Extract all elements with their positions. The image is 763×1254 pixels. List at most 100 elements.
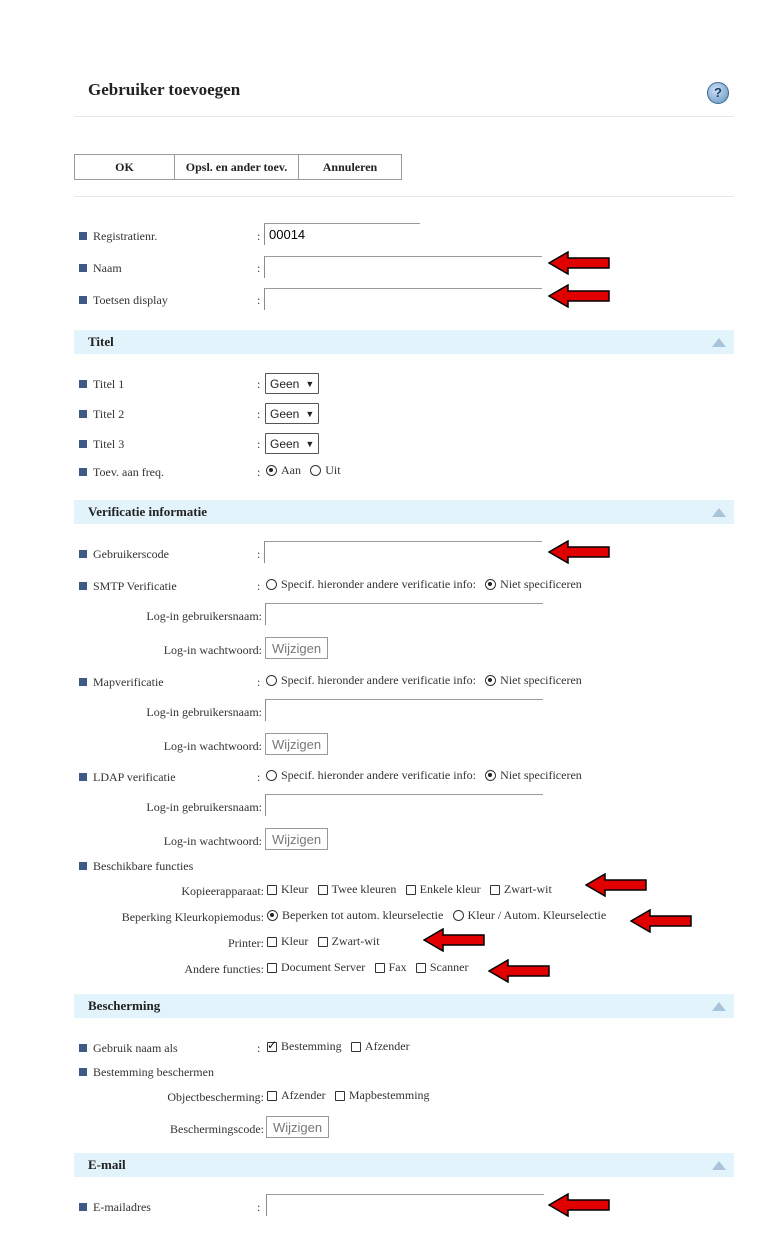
functions-label: Beschikbare functies: [93, 859, 194, 873]
smtp-change-password-button[interactable]: Wijzigen: [265, 637, 329, 659]
bullet-icon: [79, 1044, 87, 1052]
option-label: Kleur: [281, 882, 309, 896]
select-value: Geen: [270, 376, 300, 391]
color-limit-label: Beperking Kleurkopiemodus:: [121, 910, 264, 924]
printer-options: Kleur Zwart-wit: [267, 934, 386, 951]
option-label: Afzender: [281, 1088, 326, 1102]
ldap-change-password-button[interactable]: Wijzigen: [265, 828, 329, 850]
titel3-label: Titel 3: [93, 437, 125, 451]
cancel-button[interactable]: Annuleren: [299, 155, 401, 179]
printer-bw-option[interactable]: Zwart-wit: [317, 934, 380, 949]
document-server-option[interactable]: Document Server: [267, 960, 365, 975]
email-address-label: E-mailadres: [93, 1200, 151, 1214]
checkbox-icon[interactable]: [350, 1041, 361, 1052]
checkbox-icon[interactable]: [267, 1090, 277, 1101]
collapse-triangle-icon[interactable]: [712, 1002, 726, 1011]
smtp-radio-group: Specif. hieronder andere verificatie inf…: [266, 577, 588, 594]
help-icon[interactable]: ?: [707, 82, 729, 104]
section-heading: E-mail: [88, 1157, 126, 1172]
protect-folder-destination-option[interactable]: Mapbestemming: [334, 1088, 430, 1103]
collapse-triangle-icon[interactable]: [712, 508, 726, 517]
checkbox-icon[interactable]: [374, 962, 385, 973]
divider: [74, 116, 734, 117]
object-protection-label: Objectbescherming:: [167, 1090, 264, 1104]
radio-icon[interactable]: [310, 465, 322, 476]
checkbox-icon[interactable]: [317, 936, 328, 947]
protect-destination-label: Bestemming beschermen: [93, 1065, 214, 1079]
radio-selected-icon[interactable]: [485, 579, 497, 590]
map-login-user-field[interactable]: [265, 699, 543, 721]
copier-bw-option[interactable]: Zwart-wit: [489, 882, 552, 897]
colon: :: [257, 465, 261, 479]
radio-icon[interactable]: [266, 579, 277, 590]
map-none-option[interactable]: Niet specificeren: [485, 673, 582, 688]
titel3-select[interactable]: Geen ▼: [265, 433, 320, 454]
ldap-radio-group: Specif. hieronder andere verificatie inf…: [266, 768, 588, 785]
collapse-triangle-icon[interactable]: [712, 1161, 726, 1170]
freq-on-option[interactable]: Aan: [266, 463, 301, 478]
ok-button[interactable]: OK: [75, 155, 175, 179]
smtp-login-user-field[interactable]: [265, 603, 543, 625]
use-as-destination-option[interactable]: Bestemming: [267, 1038, 342, 1054]
titel1-select[interactable]: Geen ▼: [265, 373, 320, 394]
checkbox-icon[interactable]: [267, 884, 277, 895]
color-limit-auto-option[interactable]: Beperken tot autom. kleurselectie: [267, 908, 443, 923]
titel2-label: Titel 2: [93, 407, 125, 421]
fax-option[interactable]: Fax: [374, 960, 407, 975]
usercode-field[interactable]: [264, 541, 542, 563]
name-field[interactable]: [264, 256, 542, 278]
copier-single-color-option[interactable]: Enkele kleur: [405, 882, 481, 897]
name-label: Naam: [93, 261, 122, 275]
radio-icon[interactable]: [266, 770, 277, 781]
toolbar: OK Opsl. en ander toev. Annuleren: [74, 154, 402, 180]
copier-two-color-option[interactable]: Twee kleuren: [317, 882, 396, 897]
protect-sender-option[interactable]: Afzender: [267, 1088, 326, 1103]
colon: :: [257, 770, 261, 784]
radio-icon[interactable]: [452, 910, 464, 921]
checkbox-icon[interactable]: [489, 884, 500, 895]
checkbox-icon[interactable]: [415, 962, 426, 973]
object-protection-options: Afzender Mapbestemming: [267, 1088, 436, 1105]
checkbox-icon[interactable]: [334, 1090, 345, 1101]
printer-color-option[interactable]: Kleur: [267, 934, 308, 949]
smtp-label: SMTP Verificatie: [93, 579, 177, 593]
bullet-icon: [79, 862, 87, 870]
email-address-field[interactable]: [266, 1194, 544, 1216]
freq-off-option[interactable]: Uit: [310, 463, 341, 478]
radio-selected-icon[interactable]: [485, 770, 497, 781]
copier-color-option[interactable]: Kleur: [267, 882, 308, 897]
color-limit-color-option[interactable]: Kleur / Autom. Kleurselectie: [452, 908, 606, 923]
ldap-login-user-field[interactable]: [265, 794, 543, 816]
option-label: Enkele kleur: [419, 882, 481, 896]
radio-selected-icon[interactable]: [266, 465, 277, 476]
radio-selected-icon[interactable]: [267, 910, 278, 921]
protection-code-label: Beschermingscode:: [170, 1122, 264, 1136]
printer-label: Printer:: [228, 936, 264, 950]
map-change-password-button[interactable]: Wijzigen: [265, 733, 329, 755]
radio-selected-icon[interactable]: [485, 675, 497, 686]
option-label: Kleur: [281, 934, 309, 948]
checkbox-icon[interactable]: [317, 884, 328, 895]
collapse-triangle-icon[interactable]: [712, 338, 726, 347]
ldap-specify-option[interactable]: Specif. hieronder andere verificatie inf…: [266, 768, 476, 783]
map-specify-option[interactable]: Specif. hieronder andere verificatie inf…: [266, 673, 476, 688]
smtp-none-option[interactable]: Niet specificeren: [485, 577, 582, 592]
checkbox-icon[interactable]: [267, 962, 277, 973]
smtp-specify-option[interactable]: Specif. hieronder andere verificatie inf…: [266, 577, 476, 592]
checkbox-icon[interactable]: [405, 884, 416, 895]
option-label: Aan: [281, 463, 301, 477]
use-as-sender-option[interactable]: Afzender: [350, 1039, 410, 1054]
bullet-icon: [79, 440, 87, 448]
titel2-select[interactable]: Geen ▼: [265, 403, 320, 424]
scanner-option[interactable]: Scanner: [415, 960, 468, 975]
option-label: Niet specificeren: [500, 768, 582, 782]
checkbox-icon[interactable]: [267, 936, 277, 947]
registration-number-field[interactable]: [264, 223, 420, 245]
protection-code-change-button[interactable]: Wijzigen: [266, 1116, 330, 1138]
page-title: Gebruiker toevoegen: [88, 80, 241, 99]
save-and-add-button[interactable]: Opsl. en ander toev.: [175, 155, 299, 179]
key-display-field[interactable]: [264, 288, 542, 310]
ldap-none-option[interactable]: Niet specificeren: [485, 768, 582, 783]
checkbox-checked-icon[interactable]: [267, 1038, 277, 1052]
radio-icon[interactable]: [266, 675, 277, 686]
